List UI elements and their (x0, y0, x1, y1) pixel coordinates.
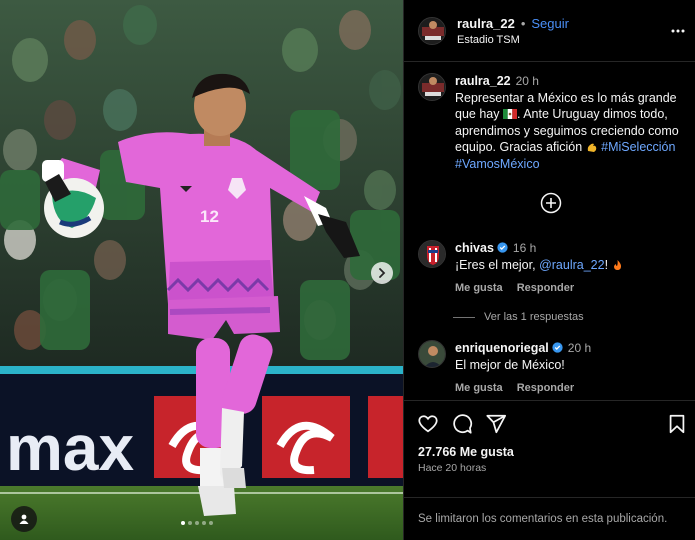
post-actions: 27.766 Me gusta Hace 20 horas (404, 400, 695, 485)
author-avatar[interactable] (418, 16, 446, 45)
load-more-comments-button[interactable] (540, 192, 562, 214)
caption-avatar[interactable] (418, 73, 446, 101)
goalkeeper-photo: max 12 (0, 0, 403, 540)
post-timestamp[interactable]: Hace 20 horas (418, 462, 486, 474)
carousel-next-button[interactable] (371, 262, 393, 284)
post-location[interactable]: Estadio TSM (457, 34, 569, 46)
author-username[interactable]: raulra_22 (457, 16, 515, 31)
verified-badge-icon (497, 242, 508, 253)
comments-limited-notice: Se limitaron los comentarios en esta pub… (404, 497, 695, 540)
comment-username[interactable]: chivas (455, 241, 494, 255)
svg-text:max: max (6, 412, 135, 484)
view-replies-label: Ver las 1 respuestas (484, 311, 584, 323)
user-icon (19, 514, 29, 524)
like-button[interactable] (417, 413, 439, 435)
carousel-indicator (181, 521, 213, 525)
tagged-users-button[interactable] (11, 506, 37, 532)
view-replies-button[interactable]: Ver las 1 respuestas (453, 311, 584, 323)
carousel-dot (181, 521, 185, 525)
post-caption: raulra_22 20 h Representar a México es lo… (418, 73, 688, 172)
carousel-dot (209, 521, 213, 525)
hashtag-link[interactable]: #MiSelección (601, 140, 675, 154)
replies-divider (453, 316, 475, 318)
comment-time: 20 h (567, 341, 592, 355)
post-photo[interactable]: max 12 (0, 0, 403, 540)
mention-link[interactable]: @raulra_22 (539, 258, 605, 272)
comment-item: enriquenoriegal 20 h El mejor de México! … (418, 340, 688, 397)
carousel-dot (202, 521, 206, 525)
chevron-right-icon (379, 268, 386, 278)
comment-bubble-icon (453, 414, 473, 434)
verified-badge-icon (552, 342, 563, 353)
share-button[interactable] (485, 413, 507, 435)
more-horizontal-icon (671, 29, 685, 33)
comment-text: El mejor de México! (455, 357, 565, 372)
fire-icon (613, 259, 621, 270)
avatar-image (419, 74, 445, 100)
comment-text: ¡Eres el mejor, @raulra_22! (455, 257, 688, 274)
caption-username[interactable]: raulra_22 (455, 74, 511, 88)
likes-count[interactable]: 27.766 Me gusta (418, 445, 514, 459)
plus-circle-icon (540, 192, 562, 214)
comment-like-button[interactable]: Me gusta (455, 280, 503, 297)
avatar-image (419, 17, 445, 44)
post-sidebar: raulra_22 • Seguir Estadio TSM raulra_22… (403, 0, 695, 540)
follow-button[interactable]: Seguir (531, 16, 569, 31)
bookmark-icon (669, 414, 685, 434)
comments-limited-text: Se limitaron los comentarios en esta pub… (418, 513, 668, 525)
svg-text:12: 12 (200, 207, 219, 226)
commenter-avatar[interactable] (418, 240, 446, 268)
paper-plane-icon (486, 414, 507, 434)
comment-reply-button[interactable]: Responder (517, 280, 574, 297)
comment-reply-button[interactable]: Responder (517, 380, 574, 397)
header-separator: • (520, 15, 526, 31)
heart-icon (418, 415, 438, 433)
comment-like-button[interactable]: Me gusta (455, 380, 503, 397)
comment-item: chivas 16 h ¡Eres el mejor, @raulra_22! M… (418, 240, 688, 297)
comment-username[interactable]: enriquenoriegal (455, 341, 549, 355)
avatar-image (419, 341, 445, 367)
comments-section: raulra_22 20 h Representar a México es lo… (404, 62, 695, 402)
comment-text-part-1: ¡Eres el mejor, (455, 257, 540, 272)
commenter-avatar[interactable] (418, 340, 446, 368)
caption-time: 20 h (515, 74, 539, 88)
carousel-dot (188, 521, 192, 525)
comment-time: 16 h (512, 241, 537, 255)
post-header: raulra_22 • Seguir Estadio TSM (404, 0, 695, 62)
hashtag-link[interactable]: #VamosMéxico (455, 157, 540, 171)
instagram-post-view: max 12 raulra_22 • Seguir Estadio TSM ra… (0, 0, 695, 540)
more-options-button[interactable] (669, 22, 687, 40)
comment-button[interactable] (451, 413, 473, 435)
chivas-logo-icon (419, 241, 445, 267)
caption-text: Representar a México es lo más grande qu… (455, 90, 688, 173)
comment-text-part-2: ! (604, 257, 612, 272)
flexed-biceps-icon (587, 143, 596, 152)
carousel-dot (195, 521, 199, 525)
mexico-flag-icon (502, 109, 517, 119)
save-button[interactable] (666, 413, 688, 435)
